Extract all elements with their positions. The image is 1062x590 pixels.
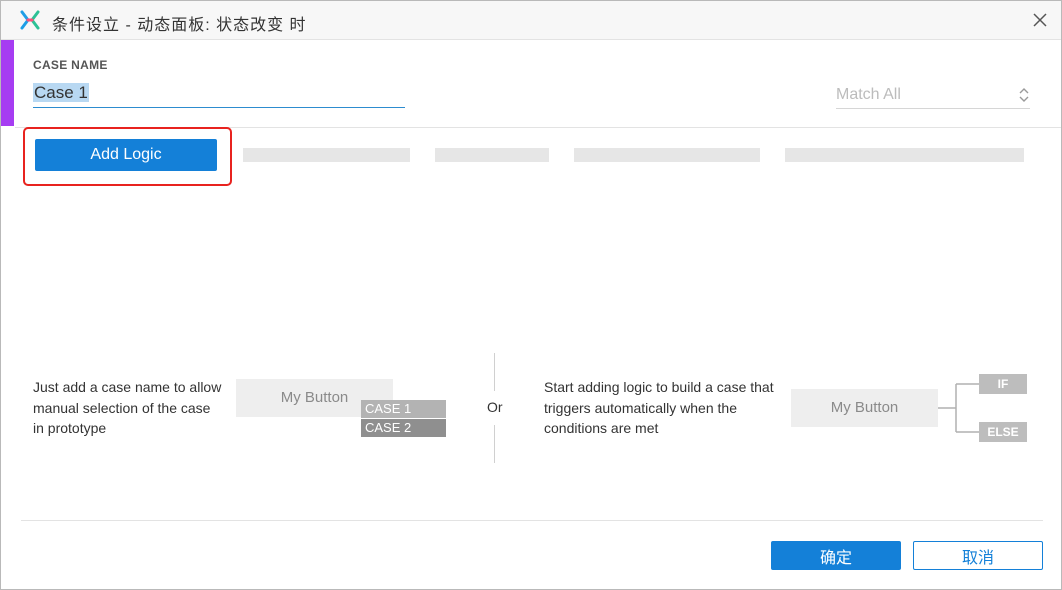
axure-logo-icon	[20, 10, 40, 30]
or-divider-bottom	[494, 425, 495, 463]
branch-connector-icon	[938, 383, 980, 433]
or-divider-top	[494, 353, 495, 391]
match-select-value: Match All	[836, 86, 901, 103]
else-branch-tag: ELSE	[979, 422, 1027, 442]
if-branch-tag: IF	[979, 374, 1027, 394]
cancel-button[interactable]: 取消	[913, 541, 1043, 570]
auto-hint-text: Start adding logic to build a case that …	[544, 379, 774, 436]
add-logic-button[interactable]: Add Logic	[35, 139, 217, 171]
placeholder-bar	[243, 148, 410, 162]
manual-hint-text: Just add a case name to allow manual sel…	[33, 379, 222, 436]
ok-button[interactable]: 确定	[771, 541, 901, 570]
placeholder-bar	[785, 148, 1024, 162]
case-accent-bar	[1, 40, 14, 126]
case-name-value: Case 1	[33, 83, 89, 102]
case-name-label: CASE NAME	[33, 58, 108, 72]
or-label: Or	[487, 399, 503, 415]
close-icon[interactable]	[1029, 9, 1051, 31]
case-tag-1: CASE 1	[361, 400, 446, 418]
title-bar: 条件设立 - 动态面板: 状态改变 时	[1, 1, 1061, 40]
footer-divider	[21, 520, 1043, 521]
match-select[interactable]: Match All	[836, 83, 1030, 109]
dialog-window: 条件设立 - 动态面板: 状态改变 时 CASE NAME Case 1 Mat…	[0, 0, 1062, 590]
chevron-up-down-icon	[1019, 88, 1029, 102]
case-tag-2: CASE 2	[361, 419, 446, 437]
placeholder-bar	[435, 148, 549, 162]
window-title: 条件设立 - 动态面板: 状态改变 时	[52, 17, 307, 34]
case-name-input[interactable]: Case 1	[33, 83, 405, 108]
placeholder-bar	[574, 148, 760, 162]
auto-demo-button: My Button	[791, 389, 938, 427]
